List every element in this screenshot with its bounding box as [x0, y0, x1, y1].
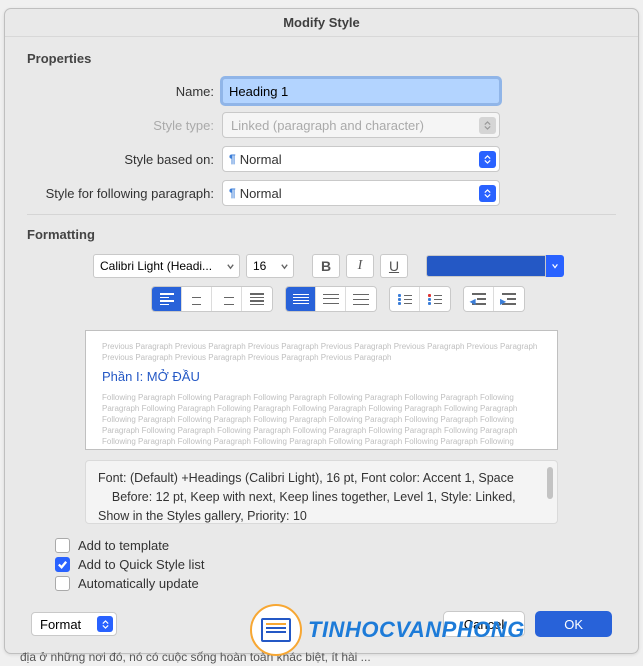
alignment-group — [151, 286, 273, 312]
pilcrow-icon: ¶ — [229, 152, 236, 166]
properties-header: Properties — [27, 51, 616, 66]
space-after-button[interactable] — [420, 287, 450, 311]
font-value: Calibri Light (Headi... — [100, 259, 212, 273]
quick-style-checkbox[interactable] — [55, 557, 70, 572]
align-justify-button[interactable] — [242, 287, 272, 311]
preview-box: Previous Paragraph Previous Paragraph Pr… — [85, 330, 558, 450]
chevron-down-icon — [278, 258, 290, 275]
quick-style-label: Add to Quick Style list — [78, 557, 204, 572]
color-swatch — [426, 255, 546, 277]
dialog-title: Modify Style — [5, 9, 638, 37]
chevron-down-icon — [224, 258, 236, 275]
watermark-logo: TINHOCVANPHONG — [250, 604, 525, 656]
space-before-button[interactable] — [390, 287, 420, 311]
indent-group: ◀ ▶ — [463, 286, 525, 312]
formatting-header: Formatting — [27, 227, 616, 242]
style-type-label: Style type: — [27, 118, 222, 133]
style-type-value: Linked (paragraph and character) — [231, 118, 424, 133]
size-dropdown[interactable]: 16 — [246, 254, 294, 278]
chevron-updown-icon — [479, 185, 496, 202]
logo-icon — [250, 604, 302, 656]
description-line2: Before: 12 pt, Keep with next, Keep line… — [98, 488, 545, 524]
chevron-updown-icon — [97, 616, 113, 632]
chevron-down-icon[interactable] — [546, 255, 564, 277]
modify-style-dialog: Modify Style Properties Name: Style type… — [4, 8, 639, 654]
scrollbar[interactable] — [547, 467, 553, 499]
format-label: Format — [40, 617, 81, 632]
add-template-label: Add to template — [78, 538, 169, 553]
decrease-indent-button[interactable]: ◀ — [464, 287, 494, 311]
size-value: 16 — [253, 259, 266, 273]
underline-button[interactable]: U — [380, 254, 408, 278]
based-on-dropdown[interactable]: ¶ Normal — [222, 146, 500, 172]
name-input[interactable] — [222, 78, 500, 104]
chevron-updown-icon — [479, 151, 496, 168]
chevron-updown-icon — [479, 117, 496, 134]
spacing-2-button[interactable] — [346, 287, 376, 311]
spacing-group — [285, 286, 377, 312]
description-box: Font: (Default) +Headings (Calibri Light… — [85, 460, 558, 524]
description-line1: Font: (Default) +Headings (Calibri Light… — [98, 469, 545, 488]
logo-text: TINHOCVANPHONG — [308, 617, 525, 643]
following-dropdown[interactable]: ¶ Normal — [222, 180, 500, 206]
spacing-1-button[interactable] — [286, 287, 316, 311]
auto-update-label: Automatically update — [78, 576, 199, 591]
following-label: Style for following paragraph: — [27, 186, 222, 201]
preview-following: Following Paragraph Following Paragraph … — [102, 392, 541, 450]
italic-button[interactable]: I — [346, 254, 374, 278]
following-value: Normal — [240, 186, 282, 201]
format-dropdown[interactable]: Format — [31, 612, 117, 636]
font-dropdown[interactable]: Calibri Light (Headi... — [93, 254, 240, 278]
align-right-button[interactable] — [212, 287, 242, 311]
align-left-button[interactable] — [152, 287, 182, 311]
name-label: Name: — [27, 84, 222, 99]
align-center-button[interactable] — [182, 287, 212, 311]
spacing-1-5-button[interactable] — [316, 287, 346, 311]
preview-previous: Previous Paragraph Previous Paragraph Pr… — [102, 341, 541, 363]
auto-update-checkbox[interactable] — [55, 576, 70, 591]
increase-indent-button[interactable]: ▶ — [494, 287, 524, 311]
ok-button[interactable]: OK — [535, 611, 612, 637]
add-template-checkbox[interactable] — [55, 538, 70, 553]
para-spacing-group — [389, 286, 451, 312]
dialog-content: Properties Name: Style type: Linked (par… — [5, 37, 638, 653]
bold-button[interactable]: B — [312, 254, 340, 278]
based-on-label: Style based on: — [27, 152, 222, 167]
preview-sample: Phần I: MỞ ĐẦU — [102, 368, 541, 386]
pilcrow-icon: ¶ — [229, 186, 236, 200]
style-type-dropdown: Linked (paragraph and character) — [222, 112, 500, 138]
based-on-value: Normal — [240, 152, 282, 167]
font-color-picker[interactable] — [426, 255, 564, 277]
